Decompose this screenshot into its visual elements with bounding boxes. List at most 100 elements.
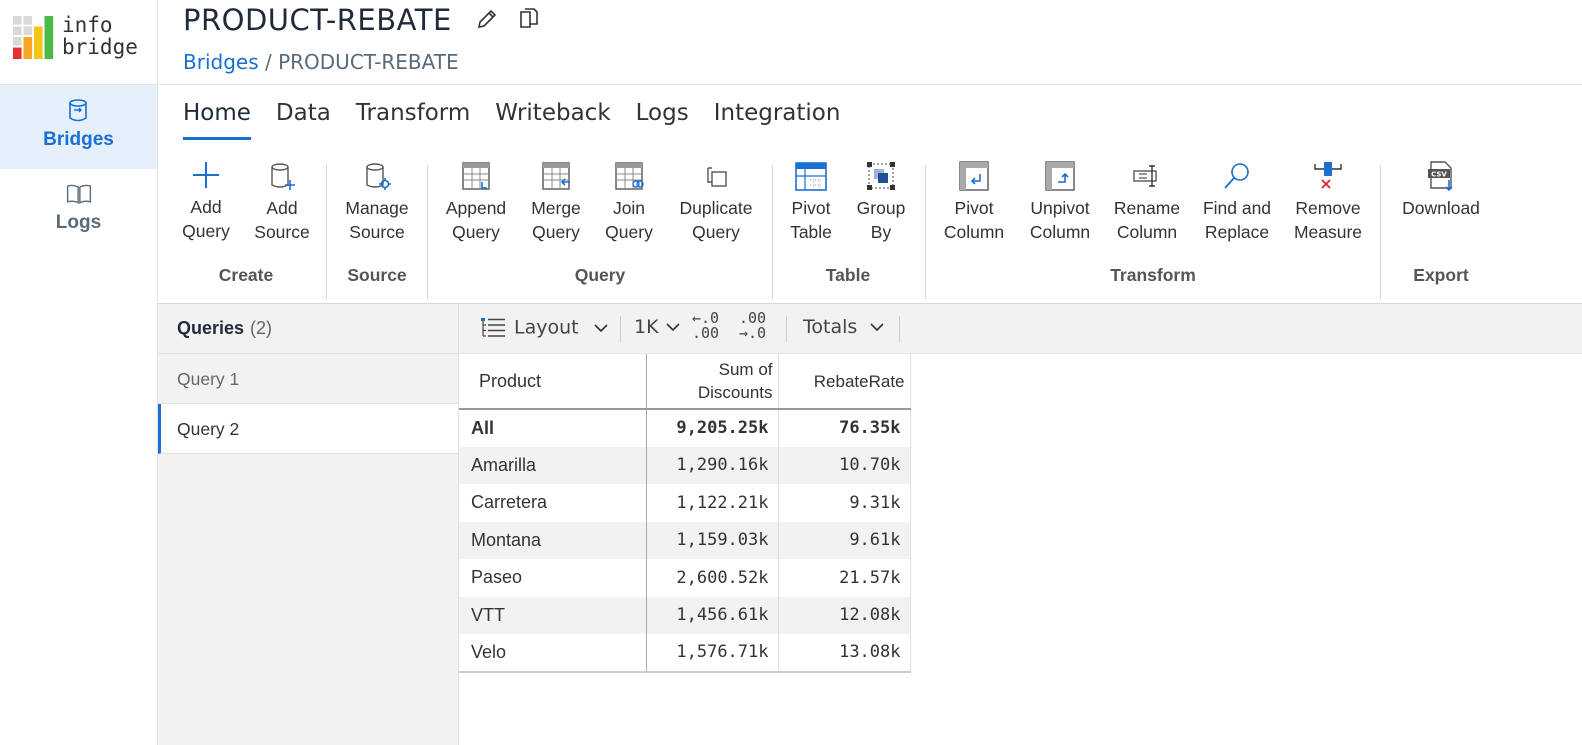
pivot-column-label-1: Pivot xyxy=(954,198,994,218)
column-header-product[interactable]: Product xyxy=(459,354,647,410)
unpivot-column-button[interactable]: Unpivot Column xyxy=(1024,155,1096,244)
cell-discounts: 1,122.21k xyxy=(646,484,779,522)
cell-discounts: 1,290.16k xyxy=(646,446,779,484)
database-icon xyxy=(68,99,87,122)
left-navigation: info bridge Bridges Logs xyxy=(0,0,158,745)
column-header-discounts-line2: Discounts xyxy=(697,383,773,402)
edit-pencil-icon[interactable] xyxy=(475,7,499,31)
scale-dropdown[interactable]: 1K xyxy=(634,316,681,338)
tab-integration[interactable]: Integration xyxy=(714,100,841,140)
cell-rebate: 10.70k xyxy=(778,446,911,484)
cell-product: Velo xyxy=(459,634,647,673)
add-query-label-1: Add xyxy=(190,197,222,217)
pivot-table-label-2: Table xyxy=(790,222,832,242)
group-by-button[interactable]: Group By xyxy=(851,155,911,244)
pivot-table-button[interactable]: Pivot Table xyxy=(783,155,839,244)
plus-icon xyxy=(193,162,219,188)
duplicate-query-button[interactable]: Duplicate Query xyxy=(671,155,761,244)
sidebar-item-label: Logs xyxy=(55,212,102,233)
group-label-transform: Transform xyxy=(1110,265,1196,285)
join-query-button[interactable]: Join Query xyxy=(599,155,659,244)
query-item-1[interactable]: Query 1 xyxy=(158,354,458,404)
tab-writeback[interactable]: Writeback xyxy=(495,100,610,140)
sidebar-item-label: Bridges xyxy=(43,129,114,150)
search-icon xyxy=(1224,163,1249,189)
find-replace-button[interactable]: Find and Replace xyxy=(1198,155,1276,244)
remove-measure-button[interactable]: Remove Measure xyxy=(1290,155,1366,244)
group-label-source: Source xyxy=(347,265,407,285)
rename-column-button[interactable]: Rename Column xyxy=(1111,155,1183,244)
breadcrumb-link-bridges[interactable]: Bridges xyxy=(183,50,259,74)
group-label-table: Table xyxy=(825,265,871,285)
pivot-table-label-1: Pivot xyxy=(791,198,831,218)
scale-label: 1K xyxy=(634,316,659,338)
column-header-discounts-line1: Sum of xyxy=(718,360,773,379)
cell-rebate: 9.31k xyxy=(778,484,911,522)
cell-discounts: 1,576.71k xyxy=(646,634,779,673)
book-icon xyxy=(66,184,91,204)
append-query-button[interactable]: Append Query xyxy=(440,155,512,244)
sidebar-item-logs[interactable]: Logs xyxy=(0,168,157,252)
tab-data[interactable]: Data xyxy=(276,100,331,140)
merge-query-label-1: Merge xyxy=(531,198,581,218)
logo-text-line2: bridge xyxy=(62,35,138,59)
table-row[interactable]: Amarilla 1,290.16k 10.70k xyxy=(459,446,911,484)
add-source-label-1: Add xyxy=(266,198,298,218)
totals-dropdown[interactable]: Totals xyxy=(803,316,885,338)
group-by-label-2: By xyxy=(870,222,892,242)
append-query-label-1: Append xyxy=(445,198,507,218)
queries-panel: Queries (2) Query 1 Query 2 xyxy=(158,304,459,745)
increase-decimals-button[interactable]: .00 →.0 xyxy=(739,311,766,341)
add-database-icon xyxy=(271,163,295,190)
table-row[interactable]: Montana 1,159.03k 9.61k xyxy=(459,521,911,559)
find-replace-label-2: Replace xyxy=(1204,222,1270,242)
manage-source-label-2: Source xyxy=(349,222,405,242)
decrease-decimals-button[interactable]: ←.0 .00 xyxy=(692,311,719,341)
cell-product: Montana xyxy=(459,521,647,559)
manage-source-button[interactable]: Manage Source xyxy=(338,155,416,244)
group-label-create: Create xyxy=(218,265,274,285)
join-table-icon xyxy=(615,162,644,190)
tab-transform[interactable]: Transform xyxy=(356,100,470,140)
database-gear-icon xyxy=(366,163,391,190)
tab-home[interactable]: Home xyxy=(183,100,251,140)
duplicate-icon xyxy=(707,167,727,187)
ribbon-divider xyxy=(1380,165,1381,299)
table-row-total[interactable]: All 9,205.25k 76.35k xyxy=(459,409,911,447)
column-header-discounts[interactable]: Sum of Discounts xyxy=(646,354,779,410)
merge-query-button[interactable]: Merge Query xyxy=(524,155,588,244)
column-header-rebaterate[interactable]: RebateRate xyxy=(778,354,911,410)
table-row[interactable]: Paseo 2,600.52k 21.57k xyxy=(459,559,911,597)
table-row[interactable]: Velo 1,576.71k 13.08k xyxy=(459,634,911,673)
duplicate-query-label-2: Query xyxy=(692,222,740,242)
grid-header-row: Product Sum of Discounts RebateRate xyxy=(459,354,911,410)
download-button[interactable]: CSV Download xyxy=(1396,155,1486,220)
pivot-column-button[interactable]: Pivot Column xyxy=(939,155,1009,244)
pivot-column-icon xyxy=(959,161,989,191)
toolbar-divider xyxy=(620,316,621,342)
join-query-label-1: Join xyxy=(612,198,646,218)
decrease-decimals-bottom: .00 xyxy=(692,324,720,342)
rename-column-label-2: Column xyxy=(1116,222,1178,242)
ribbon-divider xyxy=(772,165,773,299)
csv-download-icon: CSV xyxy=(1428,161,1453,192)
tab-logs[interactable]: Logs xyxy=(636,100,689,140)
table-row[interactable]: VTT 1,456.61k 12.08k xyxy=(459,596,911,634)
merge-query-label-2: Query xyxy=(532,222,580,242)
cell-discounts: 2,600.52k xyxy=(646,559,779,597)
copy-icon[interactable] xyxy=(516,7,540,31)
pivot-column-label-2: Column xyxy=(943,222,1005,242)
sidebar-item-bridges[interactable]: Bridges xyxy=(0,85,157,169)
cell-product: Amarilla xyxy=(459,446,647,484)
append-query-label-2: Query xyxy=(452,222,500,242)
query-item-2[interactable]: Query 2 xyxy=(158,404,458,454)
ribbon-divider xyxy=(427,165,428,299)
add-source-button[interactable]: Add Source xyxy=(251,155,313,244)
table-row[interactable]: Carretera 1,122.21k 9.31k xyxy=(459,484,911,522)
layout-dropdown[interactable]: Layout xyxy=(480,316,609,340)
add-query-button[interactable]: Add Query xyxy=(175,155,237,243)
cell-rebate: 12.08k xyxy=(778,596,911,634)
cell-rebate: 13.08k xyxy=(778,634,911,673)
remove-measure-icon xyxy=(1314,162,1342,189)
table-toolbar: Layout 1K ←.0 .00 .00 →.0 Totals xyxy=(459,304,1582,354)
